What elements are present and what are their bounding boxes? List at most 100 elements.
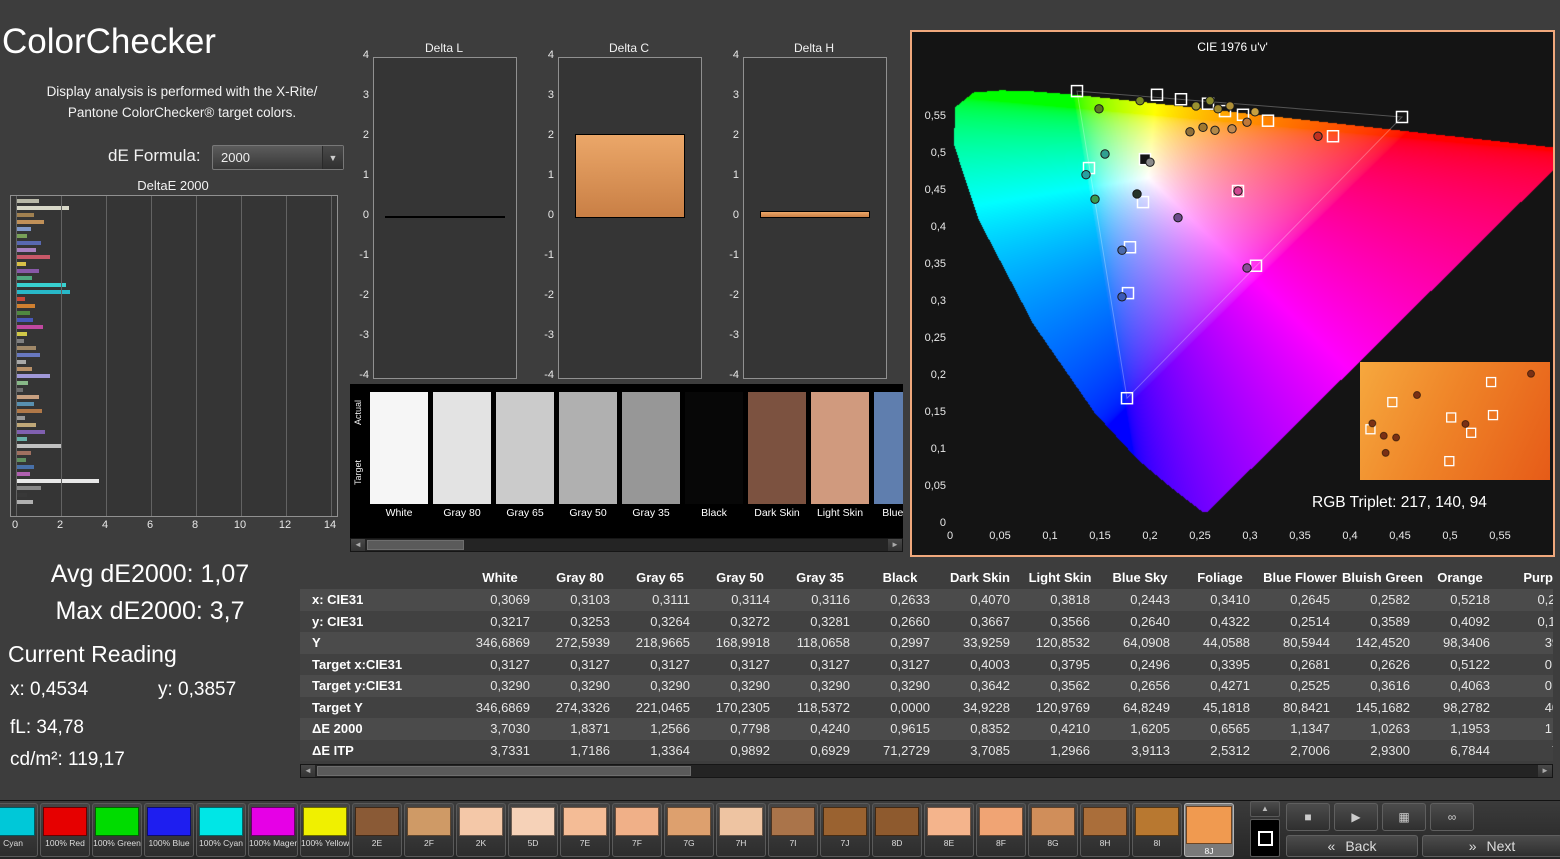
next-label: Next xyxy=(1487,838,1516,854)
patch-color-swatch xyxy=(407,807,451,836)
scroll-right-icon[interactable]: ► xyxy=(888,539,902,551)
patch-color-swatch xyxy=(979,807,1023,836)
stop-button[interactable]: ■ xyxy=(1286,803,1330,831)
patch-button-2e[interactable]: 2E xyxy=(352,803,402,857)
table-cell: 1,6205 xyxy=(1102,718,1182,740)
table-cell: 0,2681 xyxy=(1262,654,1342,676)
column-header: Gray 35 xyxy=(782,567,862,589)
measured-point xyxy=(1146,158,1154,166)
table-cell: 0,2656 xyxy=(1102,675,1182,697)
patch-button-7e[interactable]: 7E xyxy=(560,803,610,857)
axis-tick-label: 0,55 xyxy=(914,110,946,122)
swatch-scrollbar-thumb[interactable] xyxy=(367,540,464,550)
patch-button-100-magenta[interactable]: 100% Magenta xyxy=(248,803,298,857)
axis-tick-label: 4 xyxy=(343,49,369,61)
pattern-grid-button[interactable]: ▦ xyxy=(1382,803,1426,831)
table-scrollbar[interactable]: ◄ ► xyxy=(300,764,1553,778)
table-cell: 0,2626 xyxy=(1342,654,1422,676)
patch-button-8f[interactable]: 8F xyxy=(976,803,1026,857)
patch-button-100-cyan[interactable]: 100% Cyan xyxy=(196,803,246,857)
axis-tick-label: 2 xyxy=(528,129,554,141)
inset-target-point xyxy=(1489,411,1498,420)
patch-button-7f[interactable]: 7F xyxy=(612,803,662,857)
axis-tick-label: 0 xyxy=(930,530,970,542)
swatch-color xyxy=(811,392,869,504)
patch-button-7h[interactable]: 7H xyxy=(716,803,766,857)
patch-button-100-red[interactable]: 100% Red xyxy=(40,803,90,857)
patch-button-cyan[interactable]: Cyan xyxy=(0,803,38,857)
row-label: ΔE 2000 xyxy=(300,718,462,740)
table-row: y: CIE310,32170,32530,32640,32720,32810,… xyxy=(300,611,1553,633)
table-cell: 1,7186 xyxy=(542,740,622,762)
patch-button-8i[interactable]: 8I xyxy=(1132,803,1182,857)
swatch-scrollbar-track[interactable] xyxy=(365,539,888,551)
axis-tick-label: 1 xyxy=(528,169,554,181)
scroll-right-icon[interactable]: ► xyxy=(1538,765,1552,777)
axis-tick-label: 0,05 xyxy=(914,480,946,492)
swatch-color xyxy=(874,392,903,504)
current-x-readout: x: 0,4534 xyxy=(10,679,88,701)
scroll-left-icon[interactable]: ◄ xyxy=(301,765,315,777)
axis-tick-label: -3 xyxy=(343,329,369,341)
chevrons-left-icon: « xyxy=(1328,838,1336,854)
axis-tick-label: 0,35 xyxy=(1280,530,1320,542)
axis-tick-label: -3 xyxy=(528,329,554,341)
deltae-bar xyxy=(16,430,45,434)
deltae-bar xyxy=(16,213,34,217)
table-cell: 7,2 xyxy=(1502,740,1553,762)
page-title: ColorChecker xyxy=(2,22,216,62)
patch-label: 100% Blue xyxy=(145,838,193,848)
table-cell: 0,6929 xyxy=(782,740,862,762)
patch-button-7j[interactable]: 7J xyxy=(820,803,870,857)
table-cell: 346,6869 xyxy=(462,632,542,654)
patch-button-7g[interactable]: 7G xyxy=(664,803,714,857)
table-cell: 168,9918 xyxy=(702,632,782,654)
deltae-bar xyxy=(16,479,99,483)
deltae-bar xyxy=(16,381,28,385)
swatch: Gray 35 xyxy=(622,392,680,519)
scroll-left-icon[interactable]: ◄ xyxy=(351,539,365,551)
stop-icon: ■ xyxy=(1304,810,1311,824)
gridline xyxy=(286,196,287,516)
patch-button-100-blue[interactable]: 100% Blue xyxy=(144,803,194,857)
deltae-bar xyxy=(16,227,31,231)
play-button[interactable]: ▶ xyxy=(1334,803,1378,831)
table-cell: 2,5312 xyxy=(1182,740,1262,762)
patch-button-2f[interactable]: 2F xyxy=(404,803,454,857)
axis-tick-label: 0,3 xyxy=(1230,530,1270,542)
link-button[interactable]: ∞ xyxy=(1430,803,1474,831)
pattern-window-button[interactable] xyxy=(1250,819,1280,857)
patch-button-100-green[interactable]: 100% Green xyxy=(92,803,142,857)
measured-point xyxy=(1226,102,1234,110)
patch-button-2k[interactable]: 2K xyxy=(456,803,506,857)
back-button[interactable]: « Back xyxy=(1286,835,1418,857)
inset-target-point xyxy=(1467,428,1476,437)
deltae-bar xyxy=(16,346,36,350)
axis-tick-label: -1 xyxy=(713,249,739,261)
table-corner-cell xyxy=(300,567,462,589)
patch-color-swatch xyxy=(95,807,139,836)
next-button[interactable]: » Next xyxy=(1422,835,1560,857)
table-cell: 0,4003 xyxy=(942,654,1022,676)
delta-chart-l xyxy=(373,57,517,379)
axis-tick-label: 0 xyxy=(713,209,739,221)
table-scrollbar-track[interactable] xyxy=(315,765,1538,777)
table-cell: 3,7331 xyxy=(462,740,542,762)
table-cell: 0,3410 xyxy=(1182,589,1262,611)
patch-button-8e[interactable]: 8E xyxy=(924,803,974,857)
patch-color-swatch xyxy=(355,807,399,836)
column-header: Gray 50 xyxy=(702,567,782,589)
scroll-up-button[interactable]: ▲ xyxy=(1250,801,1280,817)
patch-button-8j[interactable]: 8J xyxy=(1184,803,1234,857)
row-label: y: CIE31 xyxy=(300,611,462,633)
patch-button-8g[interactable]: 8G xyxy=(1028,803,1078,857)
de-formula-dropdown[interactable]: 2000 ▼ xyxy=(212,145,344,170)
column-header: Gray 80 xyxy=(542,567,622,589)
patch-button-5d[interactable]: 5D xyxy=(508,803,558,857)
patch-button-8d[interactable]: 8D xyxy=(872,803,922,857)
patch-button-8h[interactable]: 8H xyxy=(1080,803,1130,857)
patch-button-100-yellow[interactable]: 100% Yellow xyxy=(300,803,350,857)
swatch-scrollbar[interactable]: ◄ ► xyxy=(350,538,903,552)
table-scrollbar-thumb[interactable] xyxy=(317,766,691,776)
patch-button-7i[interactable]: 7I xyxy=(768,803,818,857)
